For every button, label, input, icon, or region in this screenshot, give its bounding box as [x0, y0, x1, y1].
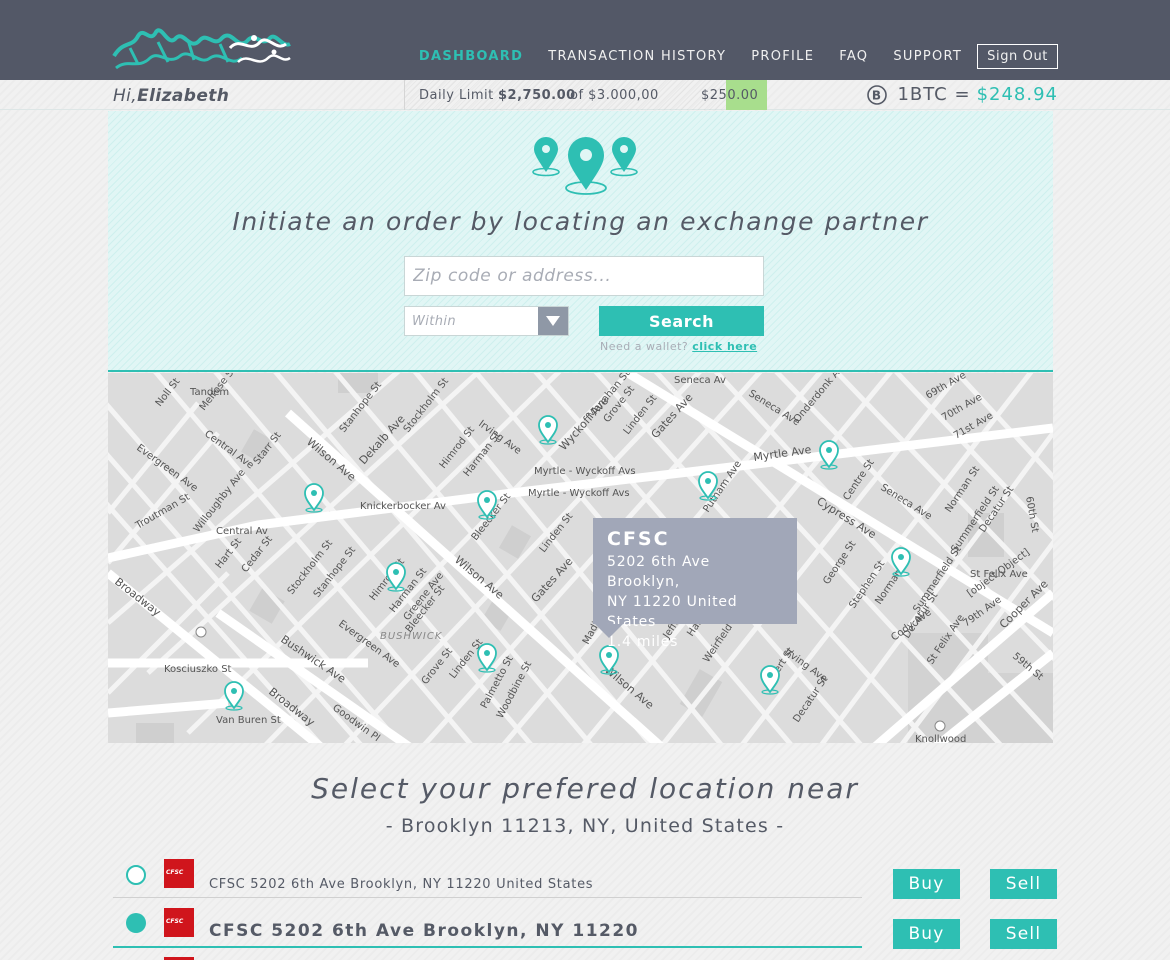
location-search-input[interactable]	[404, 256, 764, 296]
select-location-title: Select your prefered location near	[311, 772, 859, 805]
hero-title: Initiate an order by locating an exchang…	[232, 207, 929, 236]
brand-logo-cfsc: CFSC	[164, 908, 194, 937]
location-pins-icon	[532, 137, 638, 195]
btc-price: $248.94	[976, 84, 1058, 105]
btc-rate: B 1BTC = $248.94	[867, 84, 1058, 105]
map-label-st-felix-ave-2: St Felix Ave	[970, 569, 1028, 580]
info-strip: Hi,Elizabeth Daily Limit $2,750.00 of $3…	[0, 80, 1170, 110]
location-radio[interactable]	[126, 865, 146, 885]
location-address: CFSC 5202 6th Ave Brooklyn, NY 11220	[209, 921, 640, 941]
greeting: Hi,Elizabeth	[113, 86, 229, 106]
user-name: Elizabeth	[137, 86, 230, 106]
nav-transaction-history[interactable]: TRANSACTION HISTORY	[548, 45, 726, 69]
daily-limit-meter: Daily Limit $2,750.00 of $3.000,00 $250.…	[404, 80, 767, 110]
select-location-subtitle: - Brooklyn 11213, NY, United States -	[385, 815, 785, 837]
daily-limit-used: $2,750.00	[498, 88, 576, 103]
map-label-myrtle-wyckoff-2: Myrtle - Wyckoff Avs	[528, 488, 630, 499]
wallet-prompt: Need a wallet? click here	[600, 340, 757, 353]
location-radio-selected[interactable]	[126, 913, 146, 933]
map-label-kosciuszko-st: Kosciuszko St	[164, 664, 232, 675]
location-address: CFSC 5202 6th Ave Brooklyn, NY 11220 Uni…	[209, 877, 594, 892]
map-label-van-buren-st: Van Buren St	[216, 715, 281, 726]
wallet-link[interactable]: click here	[692, 340, 757, 353]
map-label-central-av: Central Av	[216, 526, 268, 537]
location-map[interactable]: Tandem Seneca Av Myrtle - Wyckoff Avs My…	[108, 373, 1053, 743]
map-label-knollwood: Knollwood	[915, 734, 966, 743]
greeting-hi: Hi,	[113, 86, 138, 106]
tooltip-name: CFSC	[607, 528, 670, 550]
tooltip-address-line-1: 5202 6th Ave Brooklyn,	[607, 554, 711, 590]
within-placeholder: Within	[412, 314, 457, 329]
brand-logo[interactable]	[110, 18, 296, 76]
btc-label: 1BTC =	[897, 84, 971, 105]
sign-out-button[interactable]: Sign Out	[977, 44, 1058, 69]
map-canvas[interactable]: Tandem Seneca Av Myrtle - Wyckoff Avs My…	[108, 373, 1053, 743]
subway-icon	[195, 626, 207, 638]
dropdown-arrow[interactable]	[538, 307, 568, 335]
within-distance-select[interactable]: Within	[404, 306, 569, 336]
main-nav: DASHBOARD TRANSACTION HISTORY PROFILE FA…	[394, 44, 1058, 69]
chevron-down-icon	[546, 316, 560, 326]
subway-icon	[934, 720, 946, 732]
map-label-seneca-av: Seneca Av	[674, 375, 726, 386]
brand-logo-text: CFSC	[166, 869, 184, 876]
location-tooltip[interactable]: CFSC 5202 6th Ave Brooklyn, NY 11220 Uni…	[593, 518, 797, 650]
map-label-knickerbocker-av: Knickerbocker Av	[360, 501, 446, 512]
map-label-myrtle-wyckoff-1: Myrtle - Wyckoff Avs	[534, 466, 636, 477]
location-row-selected[interactable]: CFSC CFSC 5202 6th Ave Brooklyn, NY 1122…	[113, 908, 862, 948]
daily-limit-label: Daily Limit	[419, 88, 494, 103]
wallet-question: Need a wallet?	[600, 340, 689, 353]
nav-support[interactable]: SUPPORT	[893, 45, 962, 69]
location-row[interactable]: CFSC CFSC 5202 6th Ave Brooklyn, NY 1122…	[113, 858, 862, 898]
sell-button[interactable]: Sell	[990, 869, 1057, 899]
tooltip-address-line-2: NY 11220 United States	[607, 594, 738, 630]
tooltip-distance: 1.4 miles	[607, 634, 679, 650]
buy-button[interactable]: Buy	[893, 919, 960, 949]
nav-profile[interactable]: PROFILE	[751, 45, 814, 69]
brand-logo-text: CFSC	[166, 918, 184, 925]
daily-limit-total: of $3.000,00	[570, 88, 659, 103]
sell-button[interactable]: Sell	[990, 919, 1057, 949]
top-bar: DASHBOARD TRANSACTION HISTORY PROFILE FA…	[0, 0, 1170, 80]
nav-faq[interactable]: FAQ	[839, 45, 868, 69]
bitcoin-icon: B	[867, 84, 888, 105]
daily-limit-remaining: $250.00	[701, 88, 759, 103]
nav-dashboard[interactable]: DASHBOARD	[419, 45, 523, 69]
locator-hero: Initiate an order by locating an exchang…	[108, 111, 1053, 372]
svg-text:B: B	[872, 88, 882, 102]
brand-logo-cfsc: CFSC	[164, 859, 194, 888]
search-button[interactable]: Search	[599, 306, 764, 336]
buy-button[interactable]: Buy	[893, 869, 960, 899]
